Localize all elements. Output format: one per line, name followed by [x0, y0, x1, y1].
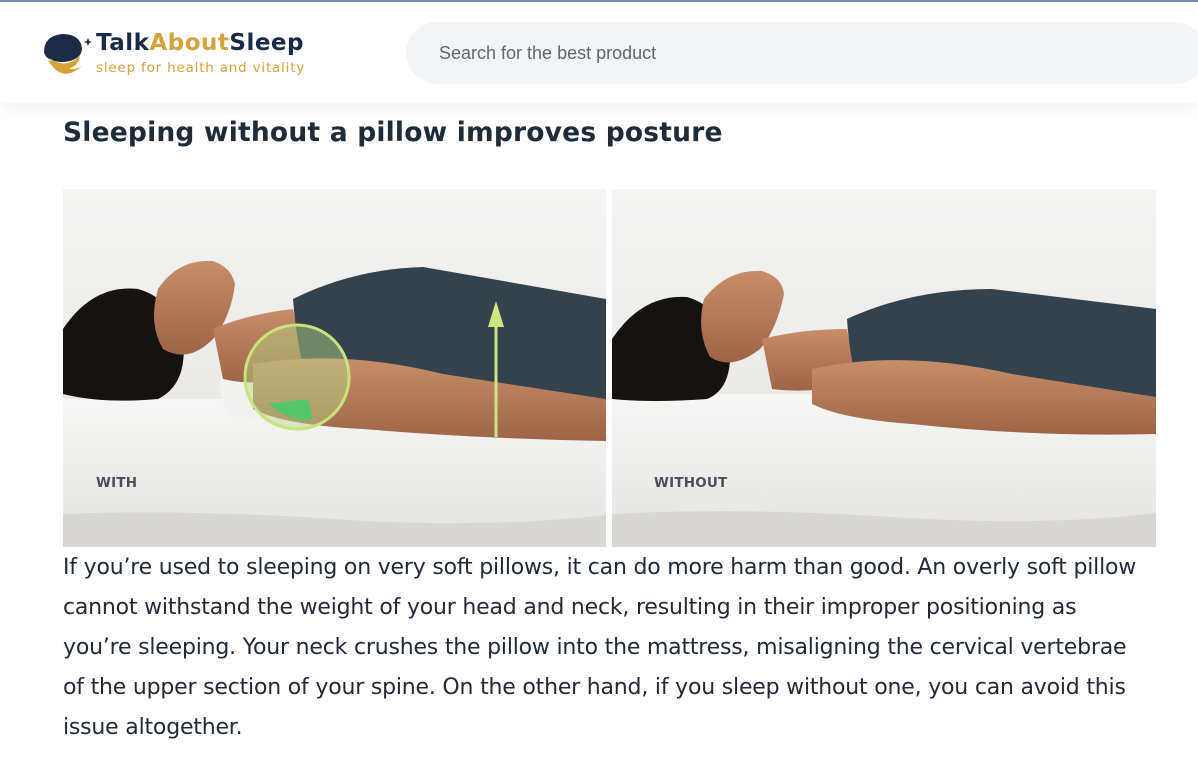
search-input[interactable]: [439, 22, 1139, 84]
moon-logo-icon: [44, 34, 92, 74]
posture-illustration: [63, 189, 1156, 547]
brand-accent: About: [149, 30, 230, 56]
brand-tagline: sleep for health and vitality: [96, 60, 306, 76]
brand-name: TalkAboutSleep: [96, 30, 304, 56]
site-header: TalkAboutSleep sleep for health and vita…: [0, 2, 1198, 102]
brand-suffix: Sleep: [229, 30, 304, 56]
posture-comparison-image: WITH WITHOUT: [63, 189, 1156, 547]
article-heading: Sleeping without a pillow improves postu…: [63, 117, 723, 148]
brand-prefix: Talk: [96, 30, 150, 56]
without-caption: WITHOUT: [654, 475, 728, 491]
without-pillow-panel: [612, 189, 1156, 547]
article-paragraph: If you’re used to sleeping on very soft …: [63, 555, 1137, 740]
search-bar[interactable]: [406, 22, 1198, 84]
with-pillow-panel: [63, 189, 606, 547]
with-caption: WITH: [96, 475, 138, 491]
site-logo[interactable]: TalkAboutSleep sleep for health and vita…: [42, 30, 352, 82]
